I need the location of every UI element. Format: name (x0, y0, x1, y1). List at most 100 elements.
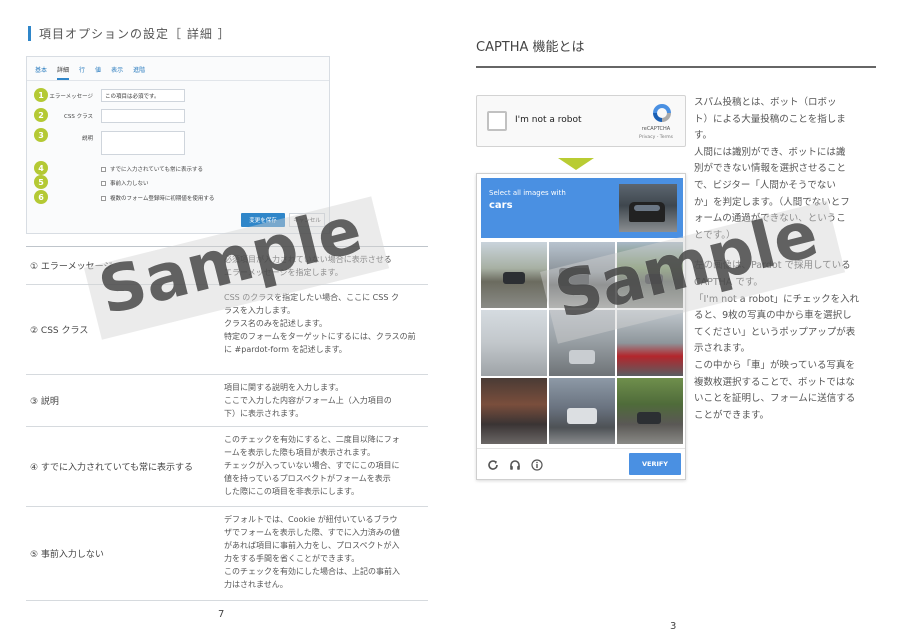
description-line: す。 (694, 130, 713, 142)
grid-image[interactable] (481, 242, 547, 308)
option-name: ⑤ 事前入力しない (30, 550, 104, 560)
table-row: ③ 説明 項目に関する説明を入力します。 ここで入力した内容がフォーム上（入力項… (26, 375, 428, 427)
default-value-option[interactable]: 複数のフォーム登録時に初期値を使用する (101, 194, 214, 202)
captcha-title: CAPTHA 機能とは (476, 40, 585, 55)
description-line: CSS のクラスを指定したい場合、ここに CSS ク (224, 293, 399, 302)
grid-image[interactable] (481, 378, 547, 444)
right-page: CAPTHA 機能とは I'm not a robot reCAPTCHA Pr… (450, 0, 900, 638)
option-description: CSS のクラスを指定したい場合、ここに CSS ク ラスを入力します。 クラス… (222, 285, 428, 374)
privacy-terms-link[interactable]: Privacy - Terms (629, 135, 683, 140)
save-changes-button[interactable]: 変更を保存 (241, 213, 285, 227)
not-robot-label: I'm not a robot (515, 115, 582, 125)
description-line: に #pardot-form を記述します。 (224, 345, 347, 354)
description-line: 力をする手間を省くことができます。 (224, 554, 360, 563)
grid-image[interactable] (617, 378, 683, 444)
tab-row[interactable]: ⾏ (79, 65, 85, 80)
grid-image[interactable] (549, 310, 615, 376)
description-line: このチェックを有効にした場合は、上記の事前入 (224, 567, 400, 576)
default-value-label: 複数のフォーム登録時に初期値を使用する (110, 196, 215, 202)
option-description: このチェックを有効にすると、二度目以降にフォ ームを表示した際も項目が表示されま… (222, 427, 428, 506)
challenge-target: cars (489, 200, 513, 211)
description-line: 値を持っているプロスペクトがフォームを表示 (224, 474, 391, 483)
description-line: このチェックを有効にすると、二度目以降にフォ (224, 435, 400, 444)
always-show-option[interactable]: すでに入力されていても常に表示する (101, 165, 203, 173)
description-line: CAPTHA です。 (694, 276, 763, 288)
page-number-right: 3 (670, 621, 677, 632)
description-line: この中から「車」が映っている写真を (694, 359, 856, 371)
description-line: ザでフォームを表示した際、すでに入力済みの値 (224, 528, 400, 537)
default-value-checkbox[interactable] (101, 195, 106, 201)
description-line: クラス名のみを記述します。 (224, 319, 328, 328)
reload-icon[interactable] (485, 457, 501, 473)
description-line: 「I'm not a robot」にチェックを入れ (694, 293, 860, 305)
no-prefill-checkbox[interactable] (101, 180, 106, 186)
option-name: ③ 説明 (30, 397, 59, 407)
section-heading: 項目オプションの設定［ 詳細 ］ (28, 24, 231, 42)
title-divider (476, 66, 876, 68)
verify-button[interactable]: VERIFY (629, 453, 681, 475)
challenge-header: Select all images with cars (481, 178, 683, 238)
description-line: 力はされません。 (224, 580, 288, 589)
description-line: ームを表示した際も項目が表示されます。 (224, 448, 375, 457)
css-class-input[interactable] (101, 109, 185, 123)
description-line: 下）に表示されます。 (224, 409, 304, 418)
no-prefill-option[interactable]: 事前入力しない (101, 179, 149, 187)
description-line: か」を判定します。（人間でないとフ (694, 196, 850, 208)
css-class-label: CSS クラス (64, 114, 93, 120)
tab-advanced[interactable]: 詳細 (57, 65, 70, 80)
option-table: ① エラーメッセージ 必須項目が入力されていない場合に表示させる エラーメッセー… (26, 246, 428, 601)
grid-image[interactable] (549, 378, 615, 444)
error-message-label: エラーメッセージ (49, 94, 93, 100)
cancel-button[interactable]: キャンセル (289, 213, 325, 227)
tab-display[interactable]: 表示 (111, 65, 123, 80)
tab-basic[interactable]: 基本 (35, 65, 47, 80)
always-show-label: すでに入力されていても常に表示する (110, 167, 203, 173)
captcha-description: スパム投稿とは、ボット（ロボッ ト）による大量投稿のことを指しま す。 人間には… (694, 95, 878, 424)
tab-values[interactable]: 値 (95, 65, 101, 80)
recaptcha-logo-icon (653, 104, 671, 122)
description-line: した際にこの項目を非表示にします。 (224, 487, 360, 496)
description-line: 示されます。 (694, 343, 751, 355)
description-line: 複数枚選択することで、ボットではな (694, 376, 855, 388)
not-robot-checkbox[interactable] (487, 111, 507, 131)
recaptcha-widget: I'm not a robot reCAPTCHA Privacy - Term… (476, 95, 686, 147)
error-message-input[interactable]: この項目は必須です。 (101, 89, 185, 102)
description-line: ト）による大量投稿のことを指しま (694, 113, 846, 125)
description-line: ると、9枚の写真の中から車を選択し (694, 310, 852, 322)
step-badge-5: 5 (34, 175, 48, 189)
captcha-challenge: Select all images with cars VERIFY (476, 173, 686, 480)
challenge-instruction: Select all images with (489, 189, 566, 197)
headphones-icon[interactable] (507, 457, 523, 473)
step-badge-4: 4 (34, 161, 48, 175)
grid-image[interactable] (617, 242, 683, 308)
sample-car-image (619, 184, 677, 232)
down-arrow-icon (558, 158, 594, 170)
description-line: ここで入力した内容がフォーム上（入力項目の (224, 396, 392, 405)
form-settings-screenshot: 基本 詳細 ⾏ 値 表示 進階 1 エラーメッセージ この項目は必須です。 2 … (26, 56, 330, 234)
description-line: エラーメッセージを指定します。 (224, 268, 343, 277)
description-line: てください」というポップアップが表 (694, 326, 856, 338)
option-name: ④ すでに入力されていても常に表示する (30, 463, 194, 473)
description-line: デフォルトでは、Cookie が紐付いているブラウ (224, 515, 398, 524)
description-line: いことを証明し、フォームに送信する (694, 393, 856, 405)
no-prefill-label: 事前入力しない (110, 181, 149, 187)
description-line: で、ビジター「人間かそうでない (694, 179, 836, 191)
page-number-left: 7 (218, 609, 225, 620)
grid-image[interactable] (549, 242, 615, 308)
grid-image[interactable] (481, 310, 547, 376)
info-icon[interactable] (529, 457, 545, 473)
tab-progressive[interactable]: 進階 (133, 65, 145, 80)
description-line: ォームの通過ができない、というこ (694, 213, 846, 225)
description-line: スパム投稿とは、ボット（ロボッ (694, 97, 837, 108)
grid-image[interactable] (617, 310, 683, 376)
description-textarea[interactable] (101, 131, 185, 155)
description-line: 別ができない情報を選択させること (694, 163, 847, 175)
table-row: ⑤ 事前入力しない デフォルトでは、Cookie が紐付いているブラウ ザでフォ… (26, 507, 428, 601)
option-name: ② CSS クラス (30, 326, 89, 336)
option-description: デフォルトでは、Cookie が紐付いているブラウ ザでフォームを表示した際、す… (222, 507, 428, 600)
table-row: ① エラーメッセージ 必須項目が入力されていない場合に表示させる エラーメッセー… (26, 247, 428, 285)
description-line: 必須項目が入力されていない場合に表示させる (224, 255, 392, 264)
left-page: 項目オプションの設定［ 詳細 ］ 基本 詳細 ⾏ 値 表示 進階 1 エラーメッ… (0, 0, 450, 638)
always-show-checkbox[interactable] (101, 166, 106, 172)
